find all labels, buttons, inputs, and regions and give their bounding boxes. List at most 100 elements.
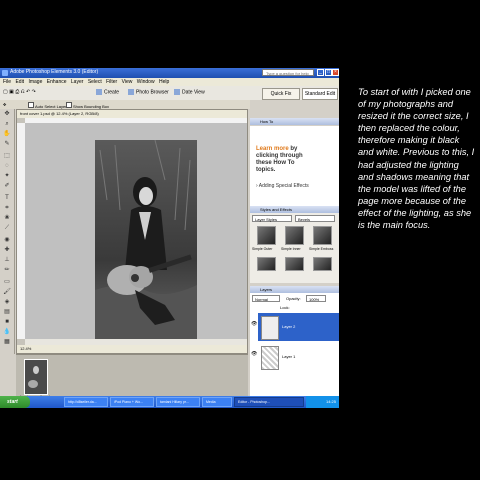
sponge-tool-icon[interactable]: ▦ xyxy=(3,339,11,346)
layer-row-2[interactable]: Layer 2 xyxy=(258,313,339,341)
crop-tool-icon[interactable]: ⌗ xyxy=(3,205,11,212)
clone-stamp-tool-icon[interactable]: ⊥ xyxy=(3,257,11,264)
menu-help[interactable]: Help xyxy=(159,78,169,86)
title-bar: Adobe Photoshop Elements 3.0 (Editor) Ty… xyxy=(0,68,339,78)
style-category-dropdown[interactable]: Layer Styles xyxy=(252,215,292,222)
help-search-input[interactable]: Type a question for help xyxy=(262,69,314,76)
taskbar-item-ipod[interactable]: iPod Piano + Wo... xyxy=(110,397,154,407)
style-swatch-4[interactable] xyxy=(257,257,276,271)
taskbar-item-doc[interactable]: tamlani Hillary pr... xyxy=(156,397,200,407)
healing-brush-tool-icon[interactable]: ✚ xyxy=(3,247,11,254)
gradient-tool-icon[interactable]: ▤ xyxy=(3,309,11,316)
menu-window[interactable]: Window xyxy=(137,78,155,86)
photo-thumbnail[interactable] xyxy=(24,359,48,395)
auto-select-checkbox[interactable]: Auto Select Layer xyxy=(28,102,67,109)
layers-palette-header[interactable]: Layers xyxy=(250,286,339,293)
create-icon xyxy=(96,89,102,95)
shortcuts-bar: ▢ ▣ ⎙ ⎌ ↶ ↷ Create Photo Browser Date Vi… xyxy=(0,86,339,101)
options-bar: ✥ Auto Select Layer Show Bounding Box xyxy=(0,100,250,109)
explanation-caption: To start of with I picked one of my phot… xyxy=(358,87,475,231)
brush-tool-icon[interactable]: 🖌 xyxy=(3,289,11,296)
paint-bucket-tool-icon[interactable]: ◈ xyxy=(3,299,11,306)
styles-palette-header[interactable]: Styles and Effects xyxy=(250,206,339,213)
style-swatch-outer[interactable] xyxy=(257,226,276,245)
howto-palette-header[interactable]: How To xyxy=(250,118,339,125)
date-view-button[interactable]: Date View xyxy=(174,89,205,95)
menu-file[interactable]: File xyxy=(3,78,11,86)
howto-link[interactable]: › Adding Special Effects xyxy=(256,183,309,189)
hand-tool-icon[interactable]: ✋ xyxy=(3,131,11,138)
style-swatch-5[interactable] xyxy=(285,257,304,271)
photo-browser-button[interactable]: Photo Browser xyxy=(128,89,169,95)
red-eye-tool-icon[interactable]: ◉ xyxy=(3,237,11,244)
taskbar-item-media[interactable]: Media xyxy=(202,397,232,407)
minimize-button[interactable]: _ xyxy=(317,69,324,76)
thumbnail-image xyxy=(25,360,47,394)
style-label-emboss: Simple Emboss xyxy=(309,247,334,251)
style-type-dropdown[interactable]: Bevels xyxy=(295,215,335,222)
style-swatch-inner[interactable] xyxy=(285,226,304,245)
document-title: front cover 1.psd @ 12.4% (Layer 2, RGB/… xyxy=(17,110,247,118)
blur-tool-icon[interactable]: 💧 xyxy=(3,329,11,336)
howto-title: Learn more by clicking through these How… xyxy=(256,146,303,173)
create-button[interactable]: Create xyxy=(96,89,119,95)
menu-layer[interactable]: Layer xyxy=(71,78,84,86)
photo-bin: front cover 1.psd xyxy=(16,354,248,401)
taskbar-item-browser[interactable]: http://d8seiler.da... xyxy=(64,397,108,407)
system-clock: 14:25 xyxy=(306,396,339,408)
howto-palette: Learn more by clicking through these How… xyxy=(250,126,339,206)
shape-tool-icon[interactable]: ■ xyxy=(3,319,11,326)
windows-taskbar: start http://d8seiler.da... iPod Piano +… xyxy=(0,396,339,408)
style-swatch-6[interactable] xyxy=(313,257,332,271)
quick-fix-button[interactable]: Quick Fix xyxy=(262,88,300,100)
bounding-box-checkbox[interactable]: Show Bounding Box xyxy=(66,102,109,109)
close-button[interactable]: × xyxy=(332,69,339,76)
zoom-status: 12.4% xyxy=(17,345,247,353)
new-icon[interactable]: ▢ ▣ ⎙ ⎌ ↶ ↷ xyxy=(3,89,36,95)
move-tool-icon: ✥ xyxy=(3,102,7,107)
blend-mode-dropdown[interactable]: Normal xyxy=(252,295,280,302)
layer-thumbnail xyxy=(261,316,279,340)
menu-image[interactable]: Image xyxy=(28,78,42,86)
lasso-tool-icon[interactable]: ◌ xyxy=(3,163,11,170)
photoshop-window: Adobe Photoshop Elements 3.0 (Editor) Ty… xyxy=(0,68,339,408)
marquee-tool-icon[interactable]: ⬚ xyxy=(3,153,11,160)
photo-image[interactable] xyxy=(95,139,197,340)
taskbar-item-editor[interactable]: Editor - Photoshop... xyxy=(234,397,304,407)
eye-icon[interactable]: 👁 xyxy=(251,351,257,357)
style-label-inner: Simple Inner xyxy=(281,247,301,251)
menu-view[interactable]: View xyxy=(122,78,133,86)
magic-wand-tool-icon[interactable]: ✦ xyxy=(3,173,11,180)
menu-enhance[interactable]: Enhance xyxy=(47,78,67,86)
layer-row-1[interactable]: Layer 1 xyxy=(258,343,339,371)
lock-label: Lock: xyxy=(280,305,290,310)
style-swatch-emboss[interactable] xyxy=(313,226,332,245)
toolbox: ✥ ⌕ ✋ ✎ ⬚ ◌ ✦ ✐ T ⌗ ❀ ⟋ ◉ ✚ ⊥ ✏ ▭ 🖌 ◈ ▤ … xyxy=(0,109,15,354)
eye-icon[interactable]: 👁 xyxy=(251,321,257,327)
start-button[interactable]: start xyxy=(0,396,30,408)
cookie-cutter-tool-icon[interactable]: ❀ xyxy=(3,215,11,222)
maximize-button[interactable]: □ xyxy=(325,69,332,76)
canvas-area[interactable] xyxy=(25,123,247,340)
date-view-icon xyxy=(174,89,180,95)
style-label-outer: Simple Outer xyxy=(252,247,273,251)
layer-thumbnail xyxy=(261,346,279,370)
eyedropper-tool-icon[interactable]: ✎ xyxy=(3,141,11,148)
selection-brush-tool-icon[interactable]: ✐ xyxy=(3,183,11,190)
styles-palette: Layer Styles Bevels Simple Outer Simple … xyxy=(250,213,339,283)
layers-palette: Normal Opacity: 100% Lock: Layer 2 Layer… xyxy=(250,293,339,400)
menu-filter[interactable]: Filter xyxy=(106,78,117,86)
window-title: Adobe Photoshop Elements 3.0 (Editor) xyxy=(10,69,99,75)
menu-select[interactable]: Select xyxy=(88,78,102,86)
opacity-label: Opacity: xyxy=(286,296,301,301)
type-tool-icon[interactable]: T xyxy=(3,195,11,202)
move-tool-icon[interactable]: ✥ xyxy=(3,111,11,118)
opacity-input[interactable]: 100% xyxy=(306,295,326,302)
palette-bin: How To Learn more by clicking through th… xyxy=(250,100,339,400)
zoom-tool-icon[interactable]: ⌕ xyxy=(3,121,11,128)
straighten-tool-icon[interactable]: ⟋ xyxy=(3,225,11,232)
menu-edit[interactable]: Edit xyxy=(15,78,24,86)
eraser-tool-icon[interactable]: ▭ xyxy=(3,279,11,286)
standard-edit-button[interactable]: Standard Edit xyxy=(302,88,338,100)
pencil-tool-icon[interactable]: ✏ xyxy=(3,267,11,274)
